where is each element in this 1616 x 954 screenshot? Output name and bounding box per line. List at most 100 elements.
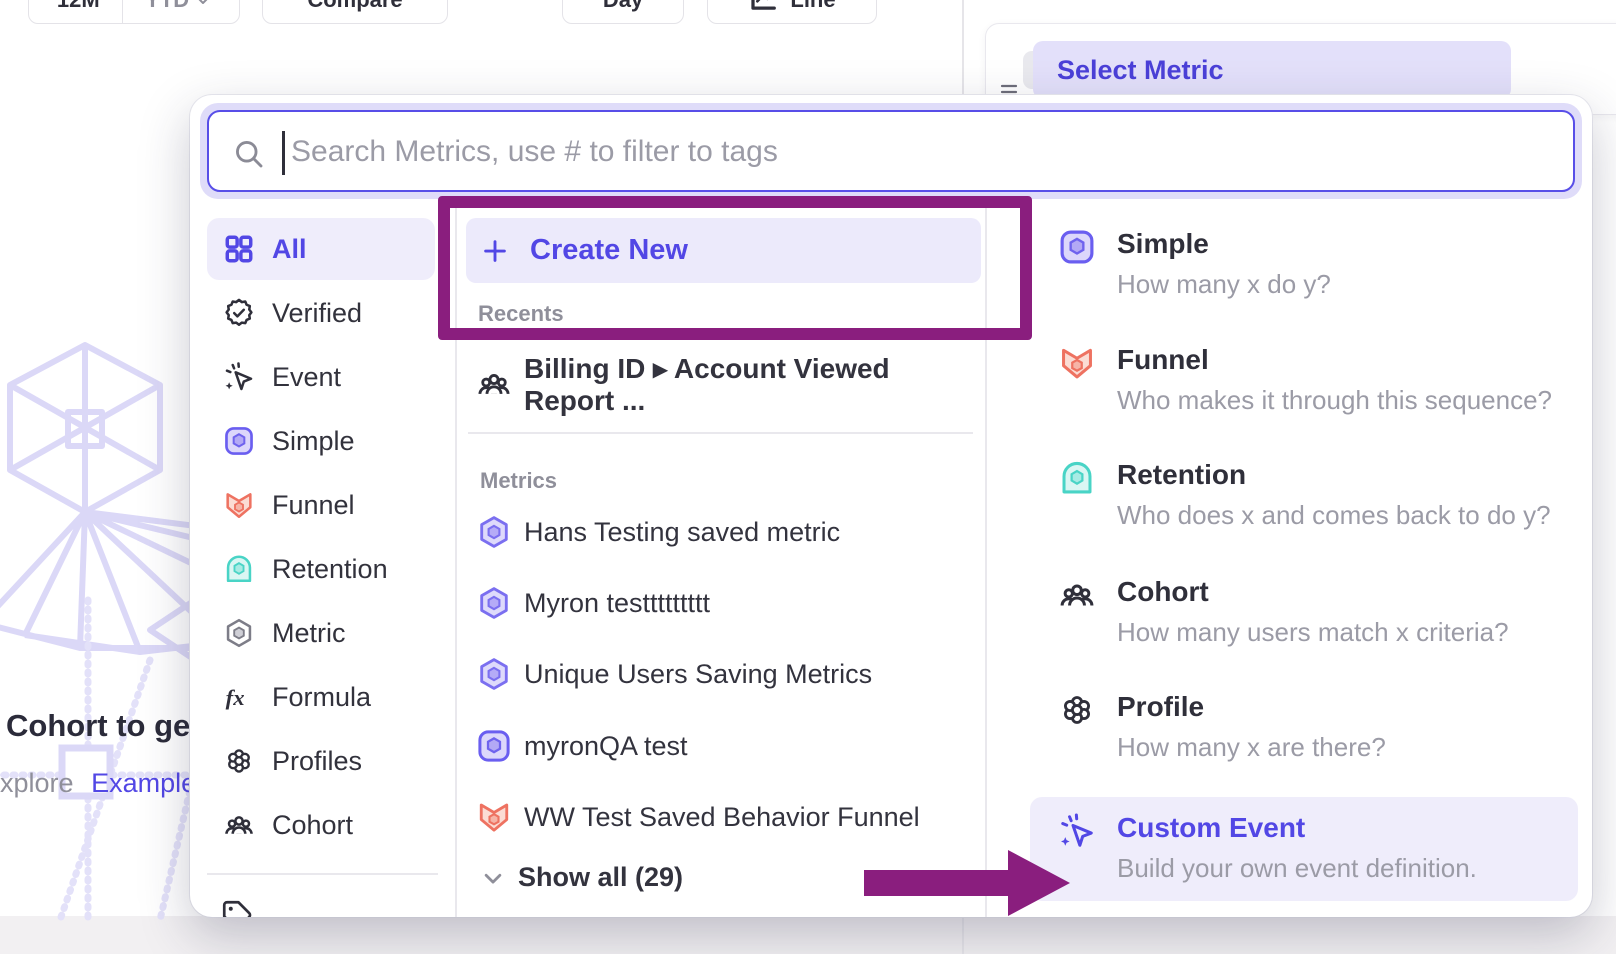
date-range-segmented-control: 12M YTD [28, 0, 240, 24]
sidebar-item-metric[interactable]: Metric [207, 602, 435, 664]
cohort-people-icon [223, 809, 255, 841]
metric-hexagon-purple-icon [476, 514, 512, 550]
profiles-flower-icon [223, 745, 255, 777]
sidebar-item-profiles[interactable]: Profiles [207, 730, 435, 792]
metric-list-item[interactable]: Myron testtttttttt [466, 571, 981, 635]
retention-icon [223, 553, 255, 585]
type-item-retention[interactable]: Retention Who does x and comes back to d… [1058, 459, 1578, 531]
page-bottom-strip [0, 916, 1616, 954]
select-metric-pill[interactable]: Select Metric [1033, 41, 1511, 99]
type-subtitle: How many x are there? [1117, 732, 1578, 763]
funnel-icon [1058, 344, 1096, 382]
type-subtitle: Who does x and comes back to do y? [1117, 500, 1578, 531]
event-cursor-icon [223, 361, 255, 393]
sidebar-item-label: All [272, 234, 307, 265]
sidebar-item-funnel[interactable]: Funnel [207, 474, 435, 536]
sidebar-item-all[interactable]: All [207, 218, 435, 280]
show-all-toggle[interactable]: Show all (29) [482, 862, 683, 893]
range-ytd-button[interactable]: YTD [123, 0, 233, 23]
search-field[interactable] [207, 110, 1575, 192]
sidebar-item-label: Event [272, 362, 341, 393]
recent-item-billing[interactable]: Billing ID ▸ Account Viewed Report ... [466, 352, 981, 416]
metric-item-label: Hans Testing saved metric [524, 517, 840, 548]
type-item-profile[interactable]: Profile How many x are there? [1058, 691, 1578, 763]
metric-hexagon-purple-icon [476, 656, 512, 692]
wireframe-illustration [0, 330, 190, 940]
type-item-funnel[interactable]: Funnel Who makes it through this sequenc… [1058, 344, 1578, 416]
funnel-icon [476, 799, 512, 835]
simple-square-icon [223, 425, 255, 457]
chart-type-line-button[interactable]: Line [707, 0, 877, 24]
type-title: Cohort [1117, 576, 1578, 608]
chevron-down-icon [482, 867, 504, 889]
granularity-day-button[interactable]: Day [562, 0, 684, 24]
range-12m-button[interactable]: 12M [35, 0, 122, 23]
type-item-custom-event[interactable]: Custom Event Build your own event defini… [1058, 812, 1578, 884]
metric-list-item[interactable]: myronQA test [466, 714, 981, 778]
column-divider [985, 207, 987, 917]
type-item-cohort[interactable]: Cohort How many users match x criteria? [1058, 576, 1578, 648]
create-new-button[interactable]: Create New [466, 218, 981, 283]
sidebar-item-verified[interactable]: Verified [207, 282, 435, 344]
annotation-arrow-head [1008, 850, 1070, 916]
sidebar-item-retention[interactable]: Retention [207, 538, 435, 600]
metric-list-item[interactable]: WW Test Saved Behavior Funnel [466, 785, 981, 849]
metric-list-item[interactable]: Unique Users Saving Metrics [466, 642, 981, 706]
middle-divider [468, 432, 973, 434]
metric-item-label: Myron testtttttttt [524, 588, 710, 619]
metric-hexagon-purple-icon [476, 585, 512, 621]
line-chart-icon [748, 0, 778, 15]
verified-seal-icon [223, 297, 255, 329]
simple-square-icon [476, 728, 512, 764]
sidebar-item-event[interactable]: Event [207, 346, 435, 408]
metric-hexagon-icon [223, 617, 255, 649]
type-subtitle: Who makes it through this sequence? [1117, 385, 1578, 416]
search-input[interactable] [289, 112, 1473, 192]
explore-text: xplore [0, 768, 74, 798]
metric-item-label: WW Test Saved Behavior Funnel [524, 802, 920, 833]
sidebar-item-label: Cohort [272, 810, 353, 841]
type-subtitle: Build your own event definition. [1117, 853, 1578, 884]
tag-icon[interactable] [220, 898, 254, 917]
sidebar-item-cohort[interactable]: Cohort [207, 794, 435, 856]
type-title: Profile [1117, 691, 1578, 723]
app-root: 12M YTD Compare Day Line A Select Metric [0, 0, 1616, 954]
example-reports-link[interactable]: Example [91, 768, 196, 798]
simple-square-icon [1058, 228, 1096, 266]
sidebar-item-label: Funnel [272, 490, 355, 521]
type-item-simple[interactable]: Simple How many x do y? [1058, 228, 1578, 300]
type-title: Retention [1117, 459, 1578, 491]
sidebar-item-label: Simple [272, 426, 355, 457]
cohort-people-icon [476, 366, 512, 402]
profiles-flower-icon [1058, 691, 1096, 729]
type-title: Custom Event [1117, 812, 1578, 844]
compare-button[interactable]: Compare [262, 0, 448, 24]
type-subtitle: How many users match x criteria? [1117, 617, 1578, 648]
background-explore-line: xplore Example [0, 768, 196, 799]
formula-fx-icon: fx [223, 681, 255, 713]
search-icon [231, 136, 267, 172]
metric-item-label: Unique Users Saving Metrics [524, 659, 872, 690]
sidebar-item-label: Metric [272, 618, 346, 649]
sidebar-divider [207, 873, 438, 875]
annotation-arrow [864, 870, 1012, 896]
type-subtitle: How many x do y? [1117, 269, 1578, 300]
plus-icon [480, 236, 510, 266]
column-divider [455, 207, 457, 917]
funnel-icon [223, 489, 255, 521]
select-metric-dialog: All Verified Event Simple Funnel [190, 95, 1592, 917]
event-cursor-icon [1058, 812, 1096, 850]
metric-list-item[interactable]: Hans Testing saved metric [466, 500, 981, 564]
cohort-people-icon [1058, 576, 1096, 614]
grid-icon [223, 233, 255, 265]
sidebar-item-simple[interactable]: Simple [207, 410, 435, 472]
metric-item-label: myronQA test [524, 731, 688, 762]
sidebar-item-label: Verified [272, 298, 362, 329]
sidebar-item-formula[interactable]: fx Formula [207, 666, 435, 728]
search-focus-ring [200, 103, 1582, 199]
retention-icon [1058, 459, 1096, 497]
sidebar-item-label: Formula [272, 682, 371, 713]
recent-item-label: Billing ID ▸ Account Viewed Report ... [524, 352, 981, 417]
text-caret [282, 131, 285, 175]
recents-heading: Recents [478, 301, 564, 327]
